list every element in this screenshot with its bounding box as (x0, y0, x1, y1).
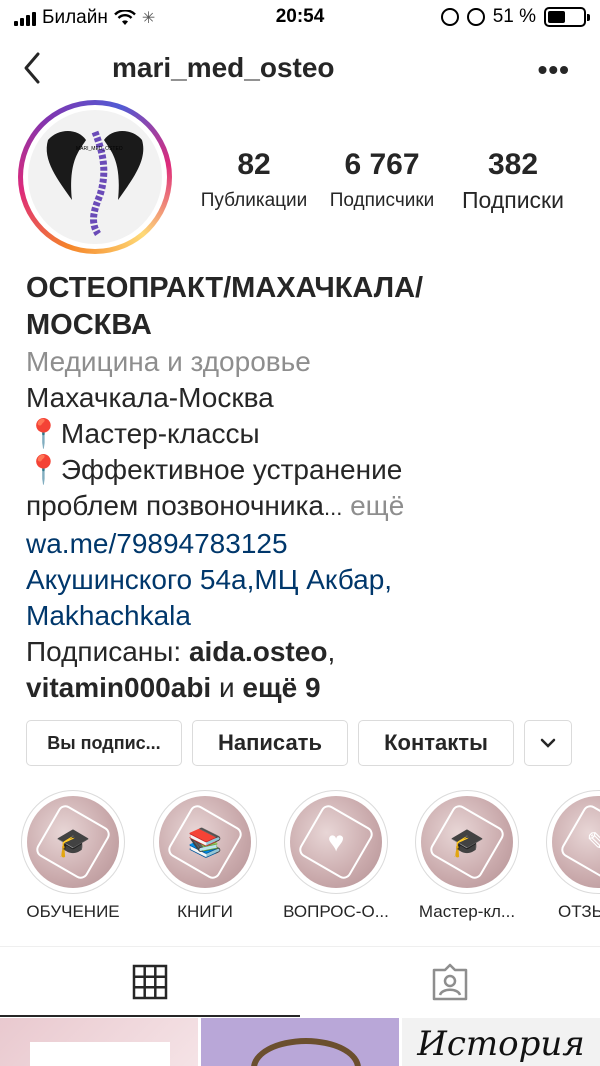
profile-name-line2: МОСКВА (26, 309, 152, 341)
address-link-line2[interactable]: Makhachkala (26, 598, 586, 634)
highlight-label: КНИГИ (177, 902, 233, 921)
followed-by-prefix: Подписаны: (26, 636, 189, 667)
stat-posts[interactable]: 82 Публикации (190, 148, 318, 214)
following-count: 382 (487, 148, 539, 181)
more-options-icon[interactable]: ••• (538, 54, 570, 86)
followed-more: ещё 9 (242, 672, 321, 703)
highlight-item[interactable]: 📚 КНИГИ (145, 790, 265, 922)
books-icon: 📚 (187, 826, 223, 858)
back-arrow-icon[interactable] (18, 48, 46, 88)
bio-line: 📍Эффективное устранение (26, 454, 403, 485)
followed-by-cont[interactable]: vitamin000abi и ещё 9 (26, 670, 586, 706)
bio-line: 📍Мастер-классы (26, 418, 260, 449)
mortarboard-icon: 🎓 (449, 826, 485, 858)
profile-tabs (0, 947, 600, 1017)
highlight-label: Мастер-кл... (418, 902, 516, 921)
subscribed-button[interactable]: Вы подпис... (26, 720, 182, 766)
heart-icon: ♥ (327, 826, 345, 857)
story-highlights: 🎓 ОБУЧЕНИЕ 📚 КНИГИ ♥ ВОПРОС-О... 🎓 Масте… (0, 790, 600, 930)
bio-line-truncated: проблем позвоночника... ещё (26, 488, 586, 526)
posts-count: 82 (237, 148, 271, 181)
profile-category: Медицина и здоровье (26, 346, 311, 377)
highlight-item[interactable]: ♥ ВОПРОС-О... (276, 790, 396, 922)
contacts-button[interactable]: Контакты (358, 720, 514, 766)
followed-comma: , (327, 636, 336, 667)
highlight-item[interactable]: 🎓 ОБУЧЕНИЕ (13, 790, 133, 922)
followers-label: Подписчики (329, 190, 435, 211)
chevron-down-icon (540, 738, 556, 748)
profile-stats: 82 Публикации 6 767 Подписчики 382 Подпи… (190, 148, 590, 214)
profile-username: mari_med_osteo (112, 52, 335, 83)
spine-logo-icon: MARI_MED_OSTEO (46, 130, 144, 236)
tab-posts-grid[interactable] (0, 947, 300, 1017)
highlight-item[interactable]: ✎ ОТЗЫ (538, 790, 600, 922)
avatar: MARI_MED_OSTEO (28, 110, 162, 244)
status-bar: Билайн ✳ 20:54 51 % (0, 0, 600, 36)
highlight-label: ВОПРОС-О... (283, 902, 389, 921)
battery-icon (544, 7, 590, 27)
tab-tagged[interactable] (300, 947, 600, 1017)
address-link-line1[interactable]: Акушинского 54а,МЦ Акбар, (26, 562, 586, 598)
followed-and: и (211, 672, 243, 703)
followed-user: vitamin000abi (26, 672, 212, 703)
highlight-item[interactable]: 🎓 Мастер-кл... (407, 790, 527, 922)
alarm-icon (466, 8, 485, 26)
followed-by[interactable]: Подписаны: aida.osteo, (26, 634, 586, 670)
highlight-label: ОБУЧЕНИЕ (26, 902, 120, 921)
posts-grid: История (0, 1018, 600, 1066)
profile-actions: Вы подпис... Написать Контакты (26, 720, 572, 766)
stat-following[interactable]: 382 Подписки (446, 148, 580, 214)
highlight-label: ОТЗЫ (558, 902, 600, 921)
battery-percent: 51 % (492, 6, 536, 27)
following-label: Подписки (462, 187, 564, 213)
suggested-accounts-button[interactable] (524, 720, 572, 766)
bio-line: проблем позвоночника (26, 490, 324, 521)
message-button[interactable]: Написать (192, 720, 348, 766)
post-text: История (417, 1024, 585, 1064)
profile-header-bar: mari_med_osteo ••• (0, 38, 600, 98)
posts-label: Публикации (200, 190, 308, 211)
website-link[interactable]: wa.me/79894783125 (26, 526, 586, 562)
tagged-person-icon (432, 963, 468, 1001)
profile-bio: ОСТЕОПРАКТ/МАХАЧКАЛА/ МОСКВА Медицина и … (26, 270, 586, 706)
status-right: 51 % (440, 6, 590, 28)
followers-count: 6 767 (344, 148, 420, 181)
graduate-icon: 🎓 (55, 826, 91, 858)
orientation-lock-icon (440, 8, 459, 26)
bio-ellipsis: ... (323, 495, 343, 520)
bio-line: Махачкала-Москва (26, 382, 274, 413)
pencil-icon: ✎ (586, 826, 600, 858)
story-ring[interactable]: MARI_MED_OSTEO (18, 100, 172, 254)
post-thumbnail[interactable]: История (402, 1018, 600, 1066)
grid-icon (132, 964, 168, 1000)
stat-followers[interactable]: 6 767 Подписчики (318, 148, 446, 214)
svg-text:MARI_MED_OSTEO: MARI_MED_OSTEO (76, 146, 123, 152)
bio-more-link[interactable]: ещё (350, 490, 404, 521)
followed-user: aida.osteo (188, 636, 328, 667)
post-thumbnail[interactable] (0, 1018, 198, 1066)
battery-fill (548, 11, 566, 23)
post-thumbnail[interactable] (201, 1018, 399, 1066)
profile-name-line1: ОСТЕОПРАКТ/МАХАЧКАЛА/ (26, 272, 424, 304)
